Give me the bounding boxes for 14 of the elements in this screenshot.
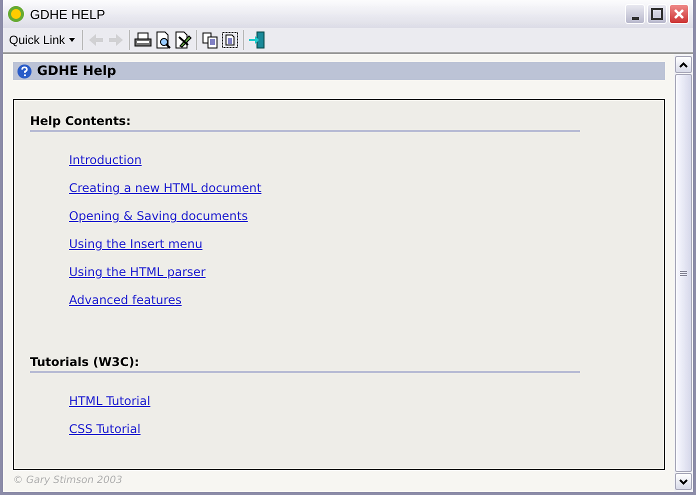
help-link[interactable]: Using the Insert menu	[69, 236, 202, 253]
help-link[interactable]: CSS Tutorial	[69, 421, 141, 438]
page-title: GDHE Help	[37, 64, 116, 78]
section-heading: Help Contents:	[30, 114, 580, 132]
help-link[interactable]: Introduction	[69, 152, 142, 169]
section-heading: Tutorials (W3C):	[30, 355, 580, 373]
help-link[interactable]: Using the HTML parser	[69, 264, 206, 281]
help-link[interactable]: Creating a new HTML document	[69, 180, 262, 197]
window-title: GDHE HELP	[30, 6, 106, 22]
help-link[interactable]: Advanced features	[69, 292, 182, 309]
copyright-text: © Gary Stimson 2003	[13, 474, 124, 486]
help-link[interactable]: Opening & Saving documents	[69, 208, 248, 225]
quick-link-dropdown[interactable]: Quick Link	[5, 31, 80, 49]
help-link[interactable]: HTML Tutorial	[69, 393, 150, 410]
